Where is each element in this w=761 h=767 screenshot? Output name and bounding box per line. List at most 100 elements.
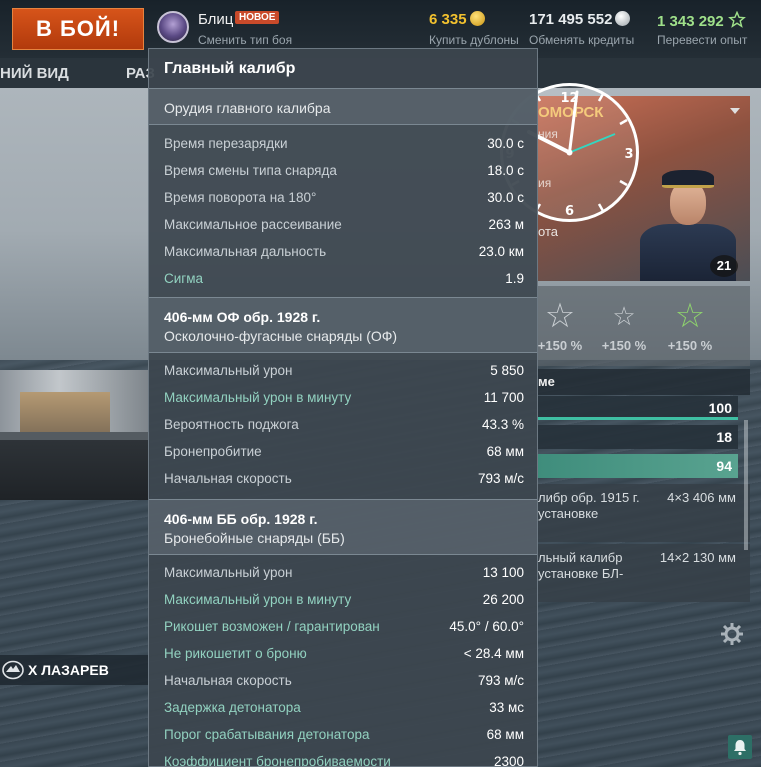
convert-xp-link[interactable]: Перевести опыт <box>657 33 747 47</box>
armament-name: либр обр. 1915 г. установке <box>538 490 640 521</box>
stat-row: Сигма 1.9 <box>164 266 524 293</box>
stat-row: Рикошет возможен / гарантирован 45.0° / 6… <box>164 614 524 641</box>
battle-button[interactable]: В БОЙ! <box>12 8 144 50</box>
captain-portrait[interactable]: 21 <box>632 166 744 281</box>
stat-value: 33 мс <box>489 700 524 715</box>
star-icon: ☆ <box>674 297 706 335</box>
xp-value: 1 343 292 <box>657 13 724 30</box>
stat-value: 30.0 с <box>487 136 524 151</box>
armament-name: льный калибр установке БЛ- <box>538 550 624 581</box>
stat-row: Максимальный урон в минуту 26 200 <box>164 587 524 614</box>
ship-label-text: Х ЛАЗАРЕВ <box>28 662 109 678</box>
doubloons-value: 6 335 <box>429 11 467 28</box>
boosts-bar: ☆ +150 % ☆ +150 % ☆ +150 % <box>538 286 750 366</box>
stat-label: Начальная скорость <box>164 471 292 486</box>
stat-label: Порог срабатывания детонатора <box>164 727 370 742</box>
stat-row: Время смены типа снаряда 18.0 с <box>164 158 524 185</box>
ship-model <box>0 370 150 515</box>
stat-row: Не рикошетит о броню < 28.4 мм <box>164 641 524 668</box>
credit-icon <box>615 11 631 26</box>
section-guns: Орудия главного калибра <box>149 88 537 125</box>
stat-row: Начальная скорость 793 м/с <box>164 466 524 493</box>
clock-numeral-3: 3 <box>624 147 633 162</box>
star-icon: ☆ <box>544 297 576 335</box>
stat-label: Бронепробитие <box>164 444 262 459</box>
stat-label: Рикошет возможен / гарантирован <box>164 619 380 634</box>
battle-mode-icon[interactable] <box>157 11 189 43</box>
panel-scrollbar[interactable] <box>744 420 748 550</box>
stat-value: 1.9 <box>505 271 524 286</box>
rank-stars-icon: ☆ <box>612 301 636 331</box>
battle-mode-name[interactable]: Блиц <box>198 11 233 28</box>
stat-value: < 28.4 мм <box>463 646 524 661</box>
stat-label: Максимальный урон <box>164 565 293 580</box>
exchange-credits-link[interactable]: Обменять кредиты <box>529 33 634 47</box>
stat-label: Максимальный урон <box>164 363 293 378</box>
stat-bar-2[interactable]: 18 <box>538 425 738 449</box>
stat-label: Начальная скорость <box>164 673 292 688</box>
boost-percent: +150 % <box>667 338 713 353</box>
stat-value: 13 100 <box>482 565 524 580</box>
nav-tab-view[interactable]: НИЙ ВИД <box>0 65 69 82</box>
stat-value: 18 <box>716 429 732 445</box>
section-guns-title: Орудия главного калибра <box>164 100 331 116</box>
stat-value: 23.0 км <box>478 244 524 259</box>
gear-icon[interactable] <box>720 622 744 646</box>
stat-row: Время поворота на 180° 30.0 с <box>164 185 524 212</box>
stat-value: 11 700 <box>483 390 524 405</box>
stat-label: Время перезарядки <box>164 136 288 151</box>
stat-row: Максимальное рассеивание 263 м <box>164 212 524 239</box>
stat-bar-1[interactable]: 100 <box>538 396 738 420</box>
ap-shell-subtitle: Бронебойные снаряды (ББ) <box>164 530 345 546</box>
stat-value: 68 мм <box>486 727 524 742</box>
clock-numeral-6: 6 <box>565 204 574 219</box>
he-shell-subtitle: Осколочно-фугасные снаряды (ОФ) <box>164 328 398 344</box>
stat-label: Максимальный урон в минуту <box>164 592 352 607</box>
armament-spec: 14×2 130 мм <box>659 550 736 565</box>
armament-secondary[interactable]: льный калибр установке БЛ- 14×2 130 мм <box>538 544 750 602</box>
stat-value: 18.0 с <box>487 163 524 178</box>
stat-value: 45.0° / 60.0° <box>449 619 524 634</box>
section-ap: 406-мм ББ обр. 1928 г. Бронебойные снаря… <box>149 499 537 555</box>
buy-doubloons-link[interactable]: Купить дублоны <box>429 33 519 47</box>
boost-1[interactable]: ☆ +150 % <box>532 298 588 353</box>
stat-row: Максимальный урон 5 850 <box>164 358 524 385</box>
xp-balance: 1 343 292 <box>657 10 746 30</box>
captain-level: 21 <box>710 255 738 277</box>
boost-2[interactable]: ☆ +150 % <box>596 298 652 353</box>
bell-icon <box>734 740 746 756</box>
stat-label: Вероятность поджога <box>164 417 299 432</box>
captain-label: ота <box>538 224 558 239</box>
stat-value: 263 м <box>488 217 524 232</box>
stat-value: 793 м/с <box>477 471 524 486</box>
stat-label: Максимальное рассеивание <box>164 217 342 232</box>
doubloons-balance: 6 335 <box>429 11 485 28</box>
stat-value: 100 <box>708 400 732 416</box>
stat-label: Время поворота на 180° <box>164 190 317 205</box>
stat-row: Задержка детонатора 33 мс <box>164 695 524 722</box>
stat-value: 793 м/с <box>477 673 524 688</box>
stat-row: Максимальный урон 13 100 <box>164 560 524 587</box>
notifications-button[interactable] <box>728 735 752 759</box>
stat-row: Время перезарядки 30.0 с <box>164 131 524 158</box>
stat-row: Бронепробитие 68 мм <box>164 439 524 466</box>
stat-label: Время смены типа снаряда <box>164 163 337 178</box>
chevron-down-icon[interactable] <box>730 108 740 114</box>
stat-bar-3[interactable]: 94 <box>538 454 738 478</box>
stat-value: 43.3 % <box>481 417 524 432</box>
boost-percent: +150 % <box>601 338 647 353</box>
stats-title: ме <box>538 369 750 395</box>
he-shell-title: 406-мм ОФ обр. 1928 г. <box>164 309 321 325</box>
change-mode-link[interactable]: Сменить тип боя <box>198 33 292 47</box>
stat-row: Максимальный урон в минуту 11 700 <box>164 385 524 412</box>
stat-label: Коэффициент бронепробиваемости <box>164 754 391 767</box>
boost-percent: +150 % <box>537 338 583 353</box>
battleship-class-icon <box>2 660 24 680</box>
doubloon-icon <box>469 11 485 26</box>
boost-3[interactable]: ☆ +150 % <box>662 298 718 353</box>
credits-value: 171 495 552 <box>529 11 613 28</box>
stat-row: Порог срабатывания детонатора 68 мм <box>164 722 524 749</box>
armament-main[interactable]: либр обр. 1915 г. установке 4×3 406 мм <box>538 484 750 542</box>
tooltip-title: Главный калибр <box>164 60 296 77</box>
ship-name-label[interactable]: Х ЛАЗАРЕВ <box>0 655 148 685</box>
